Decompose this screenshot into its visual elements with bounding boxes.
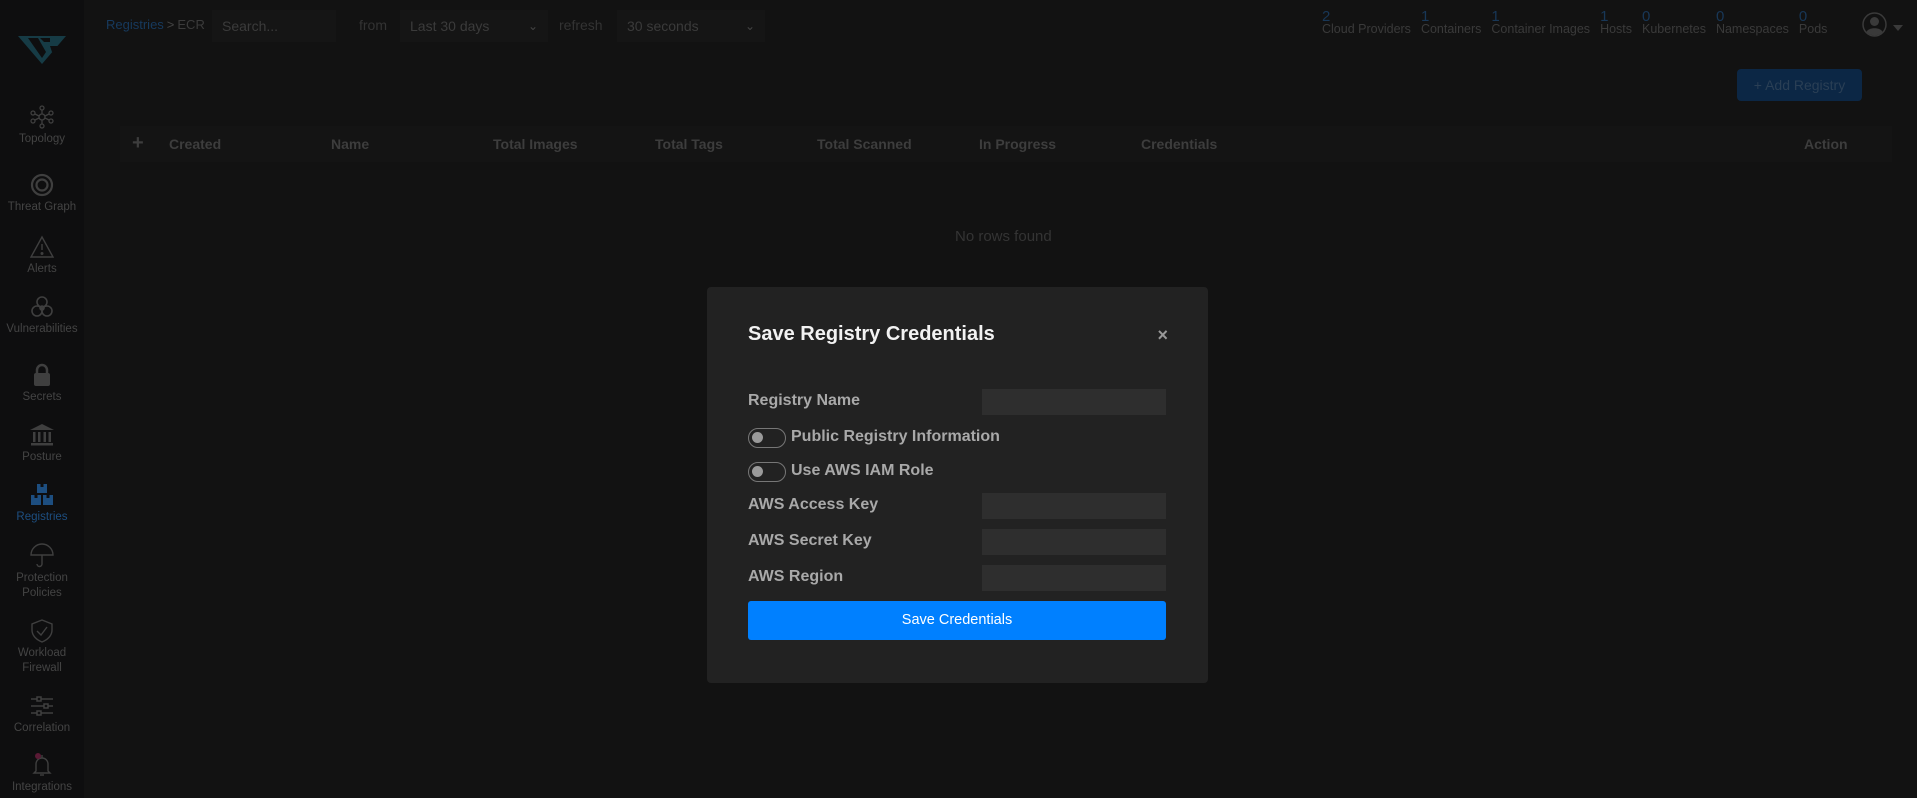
sidebar-item-workload-firewall[interactable]: Workload Firewall <box>0 618 84 676</box>
logo-icon[interactable] <box>16 34 68 66</box>
stat-hosts[interactable]: 1 Hosts <box>1600 9 1632 36</box>
user-avatar-icon[interactable] <box>1862 12 1887 37</box>
umbrella-icon <box>30 543 54 568</box>
sidebar-item-label: Policies <box>22 587 62 599</box>
breadcrumb-separator: > <box>166 17 175 32</box>
breadcrumb-current: ECR <box>177 17 205 32</box>
stat-pods[interactable]: 0 Pods <box>1799 9 1828 36</box>
column-total-tags[interactable]: Total Tags <box>655 136 723 152</box>
sidebar-item-label: Firewall <box>22 662 62 674</box>
search-input[interactable]: Search... <box>212 10 336 42</box>
column-total-scanned[interactable]: Total Scanned <box>817 136 912 152</box>
bank-icon <box>30 424 54 446</box>
chevron-down-icon: ⌄ <box>744 19 755 33</box>
app: Topology Threat Graph Alerts Vulnerabili… <box>0 0 1917 798</box>
public-registry-toggle[interactable] <box>748 428 786 448</box>
stat-kubernetes[interactable]: 0 Kubernetes <box>1642 9 1706 36</box>
save-credentials-modal: Save Registry Credentials × Registry Nam… <box>707 287 1208 683</box>
chevron-down-icon: ⌄ <box>527 19 538 33</box>
refresh-interval-select[interactable]: 30 seconds ⌄ <box>617 10 765 42</box>
public-registry-label: Public Registry Information <box>791 428 1000 445</box>
sidebar-item-label: Topology <box>18 133 66 145</box>
region-label: AWS Region <box>748 568 844 585</box>
boxes-icon <box>31 484 53 505</box>
stat-container-images[interactable]: 1 Container Images <box>1491 9 1590 36</box>
target-icon <box>30 173 54 197</box>
modal-title: Save Registry Credentials <box>748 323 995 345</box>
lock-icon <box>34 363 50 386</box>
sidebar-item-label: Protection <box>16 572 68 584</box>
sidebar-item-label: Correlation <box>13 722 71 734</box>
sidebar-item-label: Integrations <box>11 781 73 793</box>
sidebar-item-label: Threat Graph <box>7 201 77 213</box>
use-iam-role-toggle[interactable] <box>748 462 786 482</box>
sidebar-item-vulnerabilities[interactable]: Vulnerabilities <box>0 294 84 337</box>
secret-key-label: AWS Secret Key <box>748 532 872 549</box>
shield-check-icon <box>31 619 53 643</box>
sidebar-item-posture[interactable]: Posture <box>0 422 84 465</box>
stat-namespaces[interactable]: 0 Namespaces <box>1716 9 1789 36</box>
sidebar: Topology Threat Graph Alerts Vulnerabili… <box>0 0 84 798</box>
refresh-interval-value: 30 seconds <box>627 18 699 34</box>
sidebar-item-label: Registries <box>16 511 68 523</box>
column-action: Action <box>1804 136 1848 152</box>
sidebar-item-threat-graph[interactable]: Threat Graph <box>0 172 84 215</box>
topology-icon <box>30 105 54 129</box>
access-key-label: AWS Access Key <box>748 496 879 513</box>
caret-down-icon[interactable] <box>1893 25 1903 31</box>
warning-icon <box>29 235 55 258</box>
sliders-icon <box>31 696 53 716</box>
sidebar-item-registries[interactable]: Registries <box>0 482 84 525</box>
access-key-input[interactable] <box>982 493 1166 519</box>
secret-key-input[interactable] <box>982 529 1166 555</box>
sidebar-item-label: Secrets <box>22 391 62 403</box>
stat-cloud-providers[interactable]: 2 Cloud Providers <box>1322 9 1411 36</box>
stat-containers[interactable]: 1 Containers <box>1421 9 1481 36</box>
breadcrumb-registries-link[interactable]: Registries <box>106 17 164 32</box>
sidebar-item-integrations[interactable]: Integrations <box>0 752 84 795</box>
topbar: Registries > ECR Search... from Last 30 da… <box>84 0 1917 52</box>
table-header: + Created Name Total Images Total Tags T… <box>120 126 1892 162</box>
bell-icon <box>32 753 52 776</box>
sidebar-item-correlation[interactable]: Correlation <box>0 693 84 736</box>
add-registry-button[interactable]: + Add Registry <box>1737 69 1862 101</box>
column-credentials[interactable]: Credentials <box>1141 136 1217 152</box>
time-range-value: Last 30 days <box>410 18 490 34</box>
expand-all-icon[interactable]: + <box>132 132 144 155</box>
save-credentials-button[interactable]: Save Credentials <box>748 601 1166 640</box>
biohazard-icon <box>31 296 53 317</box>
sidebar-item-alerts[interactable]: Alerts <box>0 234 84 277</box>
registry-name-label: Registry Name <box>748 392 861 409</box>
column-name[interactable]: Name <box>331 136 369 152</box>
refresh-label: refresh <box>559 17 603 33</box>
empty-table-message: No rows found <box>955 228 1052 245</box>
sidebar-item-topology[interactable]: Topology <box>0 104 84 147</box>
sidebar-item-label: Workload <box>17 647 67 659</box>
region-input[interactable] <box>982 565 1166 591</box>
sidebar-item-label: Alerts <box>27 263 57 275</box>
sidebar-item-protection-policies[interactable]: Protection Policies <box>0 543 84 601</box>
column-in-progress[interactable]: In Progress <box>979 136 1056 152</box>
sidebar-item-label: Vulnerabilities <box>6 323 78 335</box>
search-placeholder: Search... <box>222 18 279 34</box>
time-range-select[interactable]: Last 30 days ⌄ <box>400 10 548 42</box>
stats-bar: 2 Cloud Providers 1 Containers 1 Container … <box>1322 9 1828 36</box>
sidebar-item-label: Posture <box>22 451 62 463</box>
breadcrumb: Registries > ECR <box>106 17 205 32</box>
sidebar-item-secrets[interactable]: Secrets <box>0 362 84 405</box>
close-icon[interactable]: × <box>1157 325 1168 346</box>
from-label: from <box>359 17 387 33</box>
use-iam-role-label: Use AWS IAM Role <box>791 462 934 479</box>
registry-name-input[interactable] <box>982 389 1166 415</box>
column-total-images[interactable]: Total Images <box>493 136 578 152</box>
column-created[interactable]: Created <box>169 136 221 152</box>
